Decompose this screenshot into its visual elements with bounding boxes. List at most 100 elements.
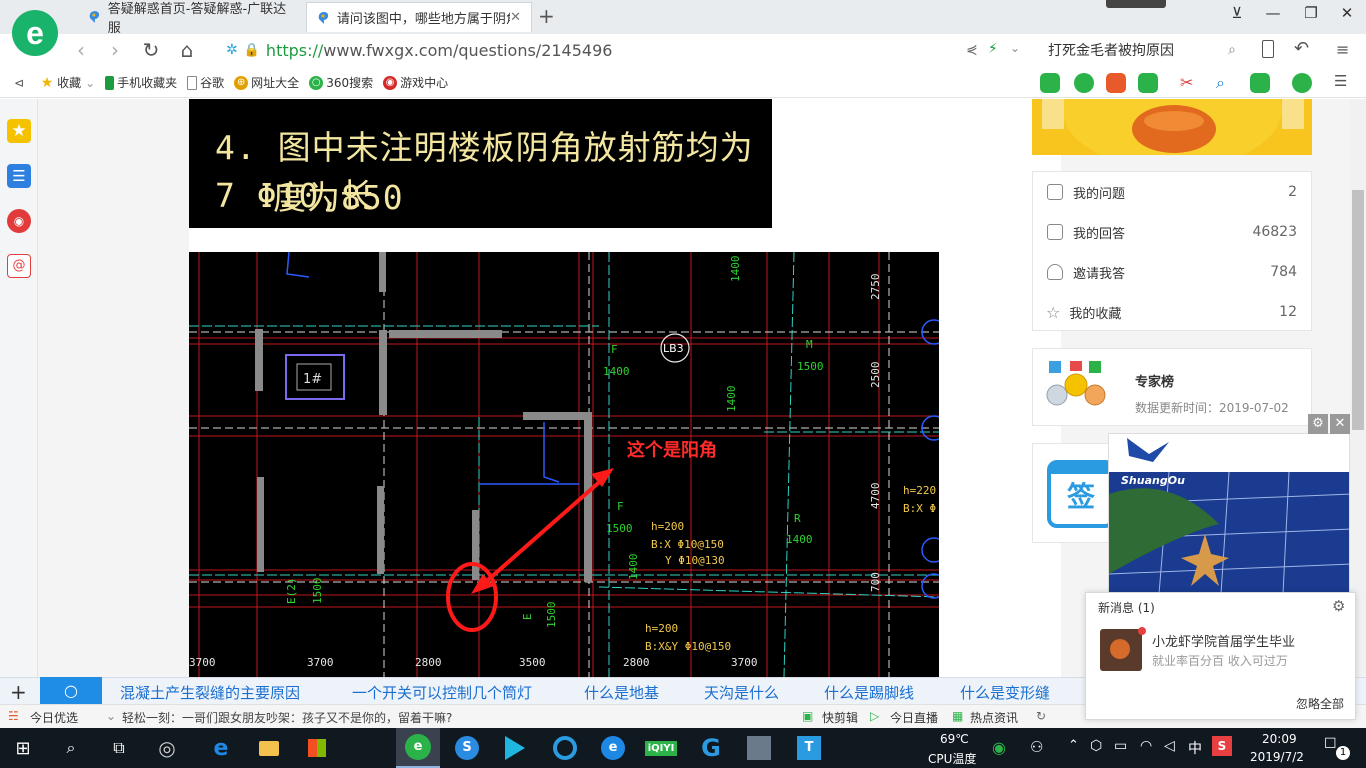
hot-search-item[interactable]: 天沟是什么 <box>704 682 779 703</box>
ad-settings-icon[interactable]: ⚙ <box>1308 414 1328 434</box>
stat-invitations[interactable]: 邀请我答 784 <box>1033 252 1311 292</box>
hot-search-item[interactable]: 混凝土产生裂缝的主要原因 <box>120 682 300 703</box>
edge-icon[interactable]: e <box>206 733 236 763</box>
weibo-icon[interactable]: ◉ <box>7 209 31 233</box>
expert-ranking-panel[interactable]: 专家榜 数据更新时间：2019-07-02 <box>1032 348 1312 426</box>
cpu-temp-value[interactable]: 69℃ <box>940 732 969 746</box>
reload-icon[interactable]: ↻ <box>138 38 164 62</box>
back-icon[interactable]: ‹ <box>68 38 94 62</box>
stat-favorites[interactable]: ☆ 我的收藏 12 <box>1033 292 1311 332</box>
scrollbar-thumb[interactable] <box>1352 190 1364 430</box>
chevron-down-icon[interactable]: ⌄ <box>1010 41 1020 55</box>
ext-green-icon[interactable] <box>1040 73 1060 93</box>
reader-icon[interactable]: ☰ <box>7 164 31 188</box>
glodon-icon[interactable]: G <box>696 733 726 763</box>
ie-icon[interactable]: e <box>598 733 628 763</box>
action-center-icon[interactable]: ☐ <box>1324 736 1337 752</box>
question-image-notes[interactable]: 4. 图中未注明楼板阴角放射筋均为7 Φ10,长 度为850 <box>189 99 772 228</box>
speed-icon[interactable]: ⚡ <box>988 41 998 57</box>
settings-gear-icon[interactable]: ⚙ <box>1332 597 1345 615</box>
volume-icon[interactable]: ◁ <box>1164 738 1175 754</box>
mini-widget[interactable] <box>1106 0 1166 8</box>
sogou-ime-icon[interactable]: S <box>1212 736 1232 756</box>
hot-search-item[interactable]: 一个开关可以控制几个筒灯 <box>352 682 532 703</box>
cube-icon[interactable]: ⬡ <box>1090 738 1102 754</box>
minimize-icon[interactable]: — <box>1258 4 1288 22</box>
windows-start-icon[interactable]: ⊞ <box>8 733 38 763</box>
status-live[interactable]: 今日直播 <box>890 709 938 726</box>
taskbar-active-app[interactable]: e <box>396 728 440 768</box>
hot-search-item[interactable]: 什么是变形缝 <box>960 682 1050 703</box>
skin-icon[interactable]: ⊻ <box>1222 4 1252 22</box>
undo-icon[interactable]: ↶ <box>1294 38 1309 59</box>
app-spiral-icon[interactable]: ◎ <box>152 733 182 763</box>
menu-icon[interactable]: ≡ <box>1336 40 1349 59</box>
stat-my-questions[interactable]: 我的问题 2 <box>1033 172 1311 212</box>
phone-icon[interactable] <box>1262 40 1274 58</box>
search-input[interactable]: 打死金毛者被拘原因 ⌕ <box>1042 37 1244 63</box>
question-image-cad-plan[interactable]: 1# LB3 F 1400 M 1500 F 1500 R 1400 E(2) <box>189 252 939 677</box>
home-icon[interactable]: ⌂ <box>174 38 200 62</box>
wifi-icon[interactable]: ◠ <box>1140 738 1152 754</box>
iqiyi-icon[interactable]: iQIYI <box>644 733 678 763</box>
file-explorer-icon[interactable] <box>254 733 284 763</box>
favorites-star-icon[interactable]: ★ <box>7 119 31 143</box>
mascot-banner[interactable] <box>1032 99 1312 155</box>
status-quickclip[interactable]: 快剪辑 <box>822 709 858 726</box>
hot-search-item[interactable]: 什么是地基 <box>584 682 659 703</box>
add-icon[interactable]: + <box>10 680 27 704</box>
text-app-icon[interactable]: T <box>794 733 824 763</box>
ime-indicator[interactable]: 中 <box>1188 738 1202 758</box>
show-hidden-icons[interactable]: ⌃ <box>1068 738 1079 753</box>
tab-close-icon[interactable]: ✕ <box>510 10 521 25</box>
news-thumbnail[interactable] <box>1100 629 1142 671</box>
ignore-all-button[interactable]: 忽略全部 <box>1296 695 1344 712</box>
url-field[interactable]: ✲ 🔒 https:// www.fwxgx.com/questions/214… <box>226 37 956 63</box>
new-tab-icon[interactable]: + <box>538 4 555 28</box>
bookmark-google[interactable]: 谷歌 <box>187 74 224 91</box>
store-icon[interactable] <box>302 733 332 763</box>
collapse-icon[interactable]: ⊲ <box>14 76 24 90</box>
ext-tv-icon[interactable] <box>1106 73 1126 93</box>
bookmark-sites[interactable]: ⊕ 网址大全 <box>234 74 299 91</box>
ext-more-icon[interactable]: ☰ <box>1334 72 1347 90</box>
people-icon[interactable]: ⚇ <box>1030 738 1043 756</box>
site-settings-icon[interactable]: ✲ <box>226 42 238 58</box>
search-icon[interactable]: ⌕ <box>1228 42 1236 58</box>
maximize-icon[interactable]: ❐ <box>1296 4 1326 22</box>
status-news[interactable]: 轻松一刻：一哥们跟女朋友吵架：孩子又不是你的，留着干嘛? <box>122 709 452 726</box>
refresh-icon[interactable]: ↻ <box>1036 709 1046 723</box>
status-hotnews[interactable]: 热点资讯 <box>970 709 1018 726</box>
ext-help-icon[interactable] <box>1074 73 1094 93</box>
bookmark-360[interactable]: ○ 360搜索 <box>309 74 373 91</box>
bookmark-mobile[interactable]: 手机收藏夹 <box>105 74 177 91</box>
task-view-icon[interactable]: ⧉ <box>104 733 134 763</box>
clock-date[interactable]: 2019/7/2 <box>1250 750 1304 764</box>
cad-app-icon[interactable] <box>744 733 774 763</box>
hot-search-button[interactable]: ○ <box>40 677 102 704</box>
tab-current[interactable]: 请问该图中，哪些地方属于阴角？ ✕ <box>306 2 532 32</box>
ext-scissors-icon[interactable]: ✂ <box>1180 73 1200 93</box>
search-icon[interactable]: ⌕ <box>56 733 86 763</box>
ext-shield-icon[interactable] <box>1292 73 1312 93</box>
qq-browser-icon[interactable] <box>550 733 580 763</box>
close-window-icon[interactable]: ✕ <box>1332 4 1362 22</box>
battery-icon[interactable]: ▭ <box>1114 738 1127 754</box>
sogou-icon[interactable]: S <box>452 733 482 763</box>
ext-game-icon[interactable] <box>1250 73 1270 93</box>
bookmark-favorites[interactable]: ★ 收藏 ⌄ <box>40 74 95 91</box>
forward-icon[interactable]: › <box>102 38 128 62</box>
tray-app-icon[interactable]: ◉ <box>992 738 1006 757</box>
mail-icon[interactable]: @ <box>7 254 31 278</box>
bookmark-games[interactable]: ◉ 游戏中心 <box>383 74 448 91</box>
tab-home[interactable]: 答疑解惑首页-答疑解惑-广联达服 <box>78 2 306 36</box>
ad-close-icon[interactable]: ✕ <box>1330 414 1350 434</box>
clock-time[interactable]: 20:09 <box>1262 732 1297 746</box>
video-player-icon[interactable] <box>500 733 530 763</box>
hot-search-item[interactable]: 什么是踢脚线 <box>824 682 914 703</box>
share-icon[interactable]: ⋞ <box>966 42 978 58</box>
stat-my-answers[interactable]: 我的回答 46823 <box>1033 212 1311 252</box>
ad-popup[interactable]: ShuangOu <box>1108 433 1350 593</box>
news-title[interactable]: 小龙虾学院首届学生毕业 <box>1152 631 1295 650</box>
ext-search-icon[interactable]: ⌕ <box>1216 73 1236 93</box>
